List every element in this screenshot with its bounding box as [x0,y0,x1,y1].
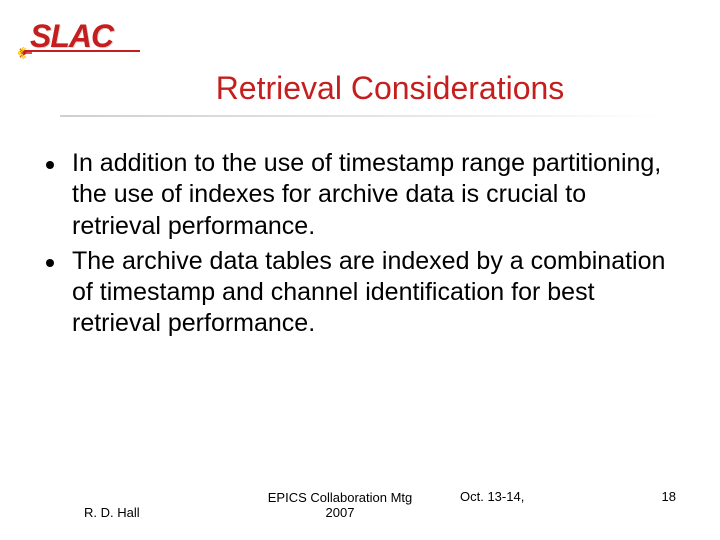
bullet-item: In addition to the use of timestamp rang… [44,148,680,242]
logo-swoosh-icon [18,47,144,59]
bullet-item: The archive data tables are indexed by a… [44,246,680,340]
bullet-dot-icon [46,161,54,169]
slide-content: In addition to the use of timestamp rang… [44,148,680,344]
footer-page-number: 18 [662,489,676,504]
footer-event: EPICS Collaboration Mtg 2007 [250,490,430,520]
footer-author: R. D. Hall [84,505,140,520]
slac-logo: SLAC [24,18,144,66]
footer-event-line1: EPICS Collaboration Mtg [268,490,413,505]
slide-title: Retrieval Considerations [0,70,720,107]
footer-date: Oct. 13-14, [460,489,524,504]
bullet-text: In addition to the use of timestamp rang… [72,148,680,242]
slide: SLAC Retrieval Considerations In additio… [0,0,720,540]
footer-event-line2: 2007 [326,505,355,520]
title-underline [60,115,660,117]
bullet-dot-icon [46,259,54,267]
bullet-text: The archive data tables are indexed by a… [72,246,680,340]
